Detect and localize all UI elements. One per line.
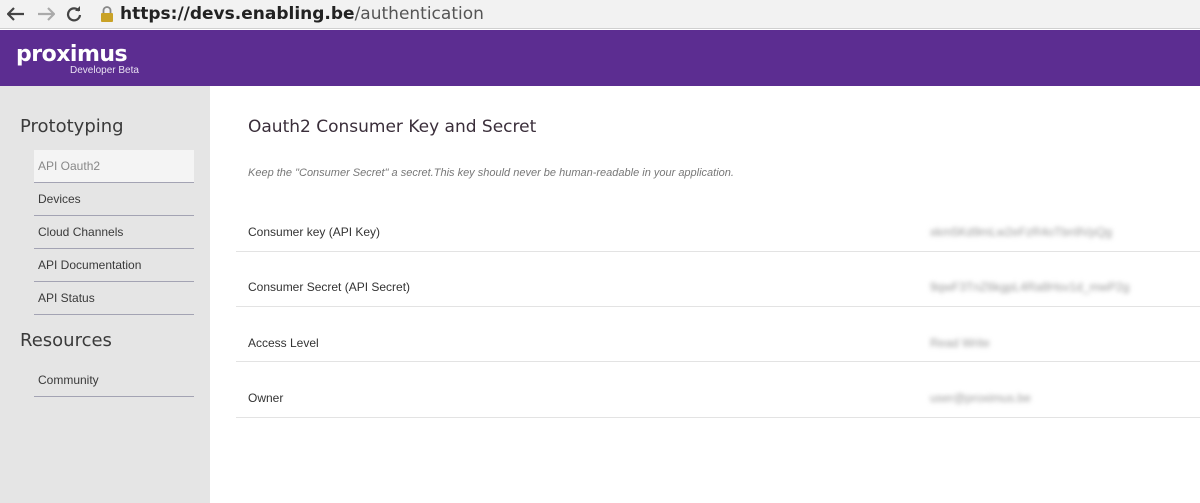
row-value-blurred: xkm5Kd9mLw2eFzR4oTbn9VpQg — [930, 225, 1113, 239]
lock-icon — [101, 6, 113, 22]
sidebar-item-api-status[interactable]: API Status — [34, 282, 194, 315]
row-value-blurred: user@proximus.be — [930, 391, 1031, 405]
url-host: https://devs.enabling.be — [120, 4, 355, 24]
forward-arrow-icon — [38, 7, 55, 21]
sidebar-item-community[interactable]: Community — [34, 364, 194, 397]
sidebar: Prototyping API Oauth2 Devices Cloud Cha… — [0, 86, 210, 503]
proximus-logo[interactable]: proximus — [16, 44, 128, 66]
sidebar-item-api-oauth2[interactable]: API Oauth2 — [34, 150, 194, 183]
row-label: Access Level — [248, 336, 319, 350]
sidebar-item-api-documentation[interactable]: API Documentation — [34, 249, 194, 282]
credential-row-owner: Owner user@proximus.be — [236, 363, 1200, 418]
browser-toolbar: https://devs.enabling.be/authentication — [0, 0, 1200, 29]
credential-row-consumer-secret: Consumer Secret (API Secret) 9qwF3TnZ6kg… — [236, 252, 1200, 307]
section-title-resources: Resources — [20, 330, 112, 351]
sidebar-item-devices[interactable]: Devices — [34, 183, 194, 216]
row-label: Consumer key (API Key) — [248, 225, 381, 239]
row-value-blurred: Read Write — [930, 336, 990, 350]
logo-subtitle: Developer Beta — [70, 65, 139, 76]
secret-warning-note: Keep the "Consumer Secret" a secret.This… — [248, 167, 734, 179]
main-content: Oauth2 Consumer Key and Secret Keep the … — [210, 86, 1200, 503]
reload-button[interactable] — [64, 4, 84, 24]
row-value-blurred: 9qwF3TnZ6kgpL4Ra8Hsv1d_mwP2g — [930, 280, 1130, 294]
back-arrow-icon — [7, 7, 24, 21]
section-title-prototyping: Prototyping — [20, 116, 124, 137]
url-path: /authentication — [354, 4, 484, 24]
reload-icon — [66, 6, 82, 22]
credential-row-access-level: Access Level Read Write — [236, 307, 1200, 362]
back-button[interactable] — [6, 4, 26, 24]
credential-row-consumer-key: Consumer key (API Key) xkm5Kd9mLw2eFzR4o… — [236, 197, 1200, 252]
page-title: Oauth2 Consumer Key and Secret — [248, 117, 537, 137]
site-header: proximus Developer Beta — [0, 30, 1200, 86]
row-label: Consumer Secret (API Secret) — [248, 280, 411, 294]
row-label: Owner — [248, 391, 284, 405]
forward-button[interactable] — [36, 4, 56, 24]
address-bar[interactable]: https://devs.enabling.be/authentication — [100, 4, 484, 24]
sidebar-item-cloud-channels[interactable]: Cloud Channels — [34, 216, 194, 249]
